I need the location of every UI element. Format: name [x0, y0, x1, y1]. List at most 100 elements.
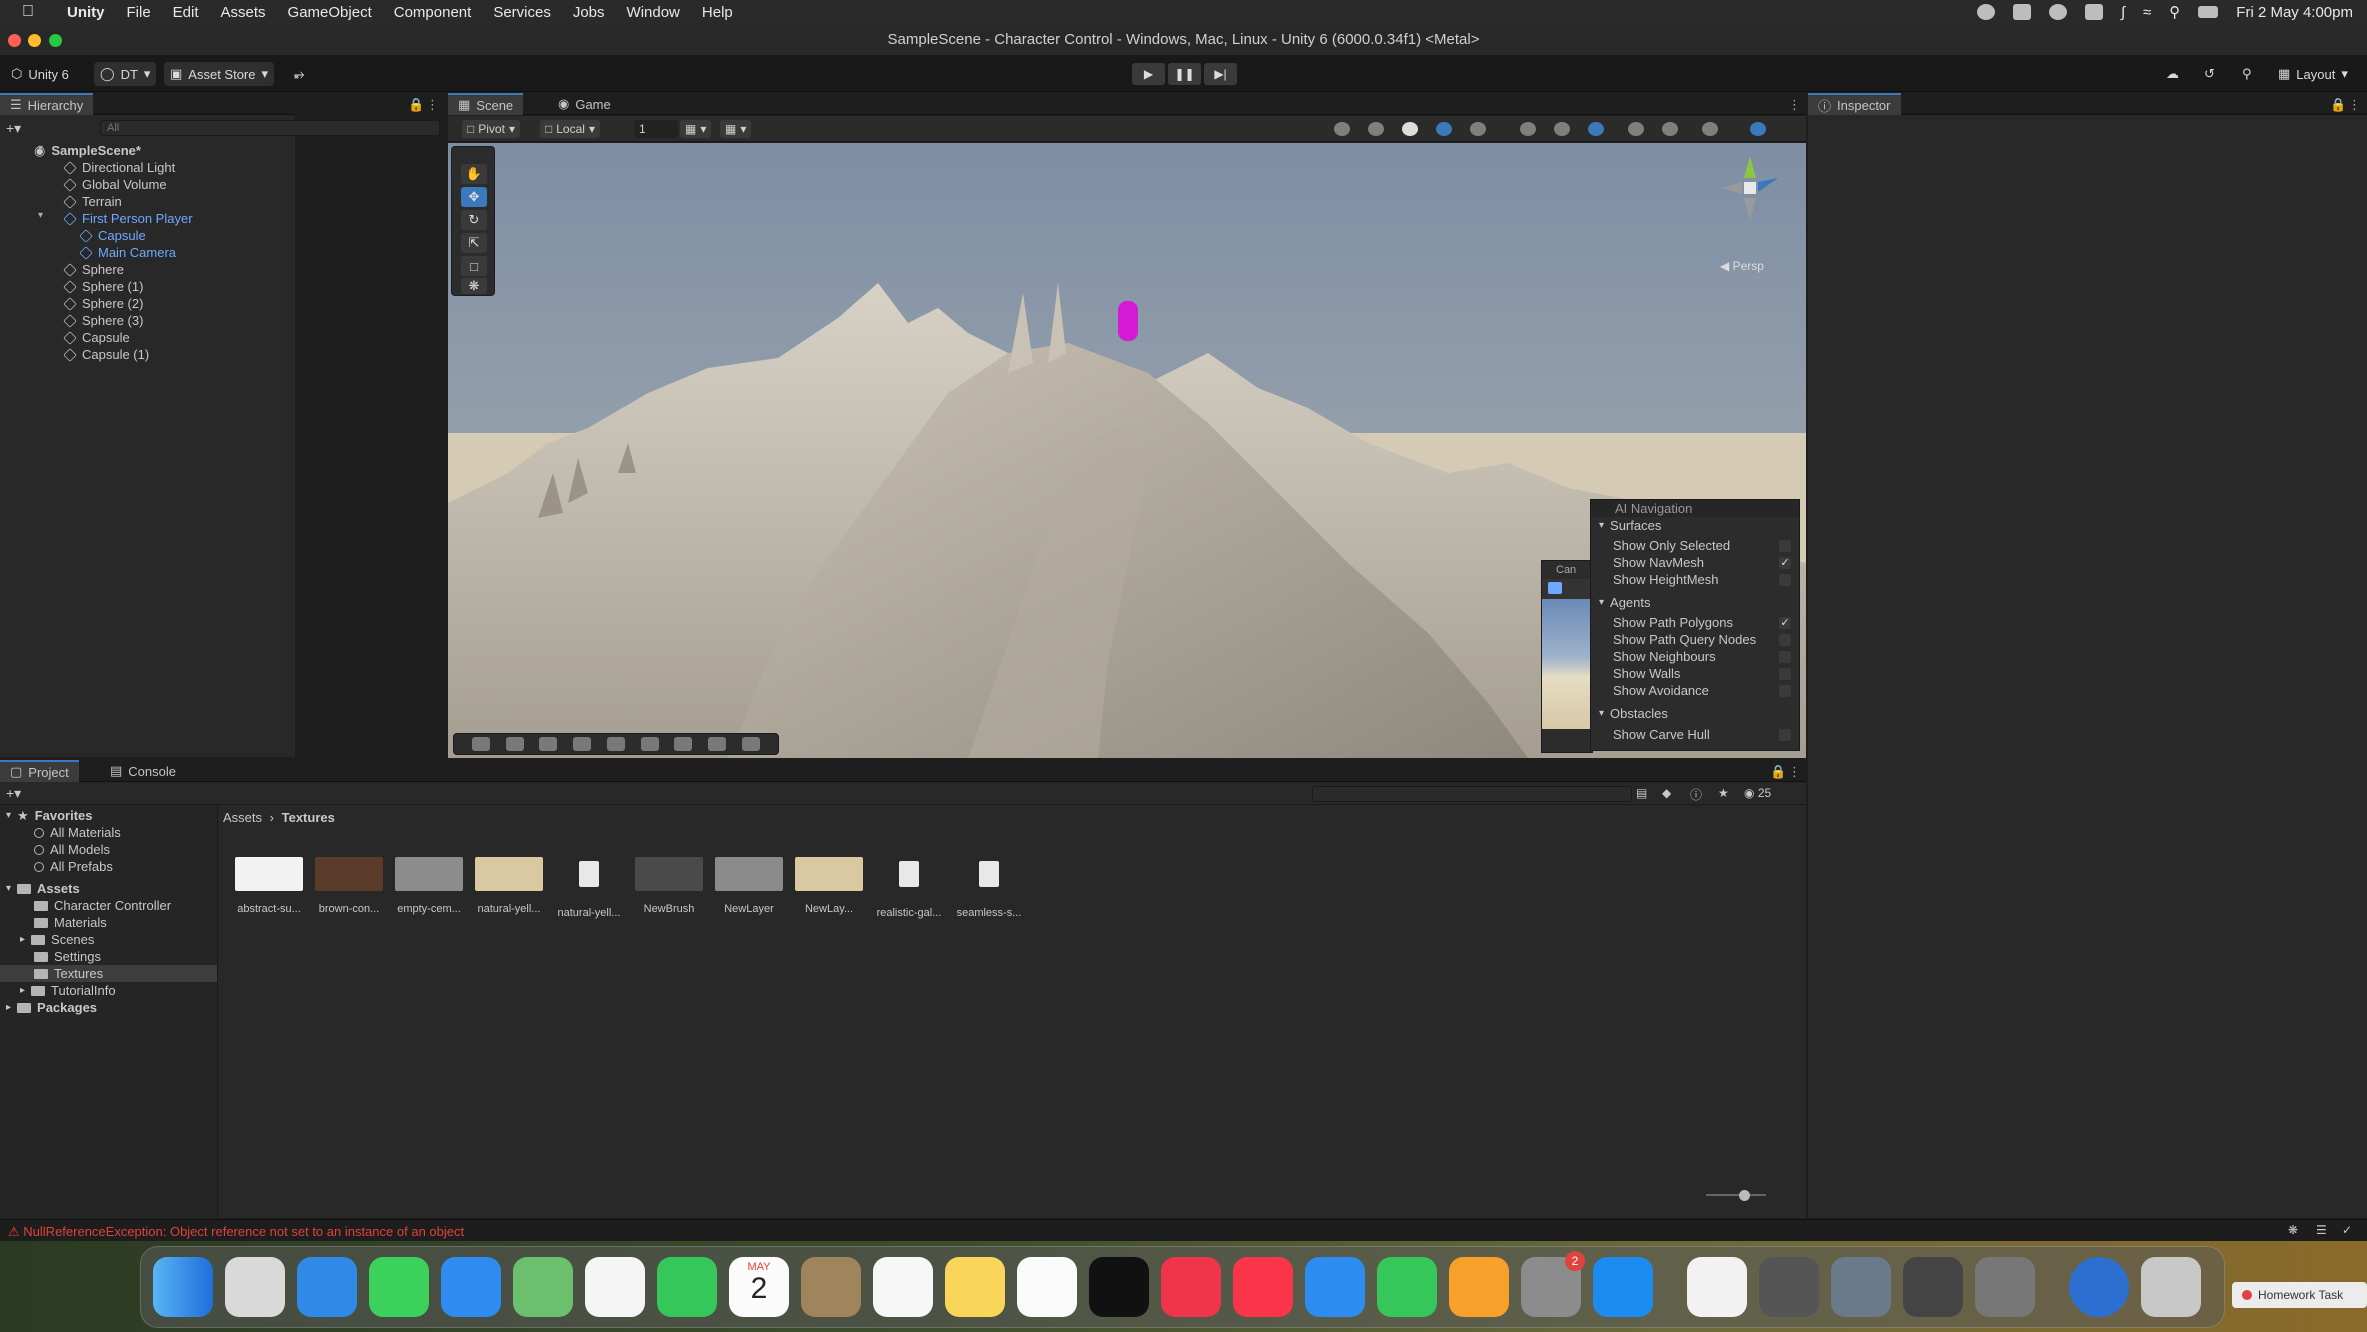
unity-hub-icon[interactable]: [1759, 1257, 1819, 1317]
menu-assets[interactable]: Assets: [210, 4, 277, 21]
facetime-icon[interactable]: [657, 1257, 717, 1317]
launchpad-icon[interactable]: [225, 1257, 285, 1317]
asset-item[interactable]: natural-yell...: [475, 857, 543, 915]
messages-icon[interactable]: [369, 1257, 429, 1317]
expand-arrow-icon[interactable]: ▾: [38, 210, 43, 221]
mail-icon[interactable]: [441, 1257, 501, 1317]
hierarchy-row-prefab[interactable]: Capsule: [0, 227, 295, 244]
slider-handle[interactable]: [1739, 1190, 1750, 1201]
menu-edit[interactable]: Edit: [162, 4, 210, 21]
menu-help[interactable]: Help: [691, 4, 744, 21]
toggle-show-path-query-nodes[interactable]: Show Path Query Nodes: [1591, 631, 1799, 648]
wifi-icon[interactable]: ≈: [2143, 4, 2151, 21]
history-button[interactable]: ↺: [2198, 62, 2221, 86]
tree-folder-selected[interactable]: Textures: [0, 965, 217, 982]
console-error-message[interactable]: ⚠ NullReferenceException: Object referen…: [8, 1224, 464, 1240]
layers-icon[interactable]: [606, 737, 625, 751]
numbers-icon[interactable]: [1377, 1257, 1437, 1317]
log-icon[interactable]: ⓘ: [1690, 786, 1702, 803]
asset-item[interactable]: abstract-su...: [235, 857, 303, 915]
toggle-show-navmesh[interactable]: Show NavMesh ✓: [1591, 554, 1799, 571]
music-icon[interactable]: [1161, 1257, 1221, 1317]
reminders-icon[interactable]: [873, 1257, 933, 1317]
cloud-button[interactable]: ☁: [2160, 62, 2185, 86]
projection-toggle[interactable]: ◀ Persp: [1720, 259, 1764, 273]
hierarchy-row[interactable]: Global Volume: [0, 176, 295, 193]
tree-favorites[interactable]: ▾ ★ Favorites: [0, 807, 217, 824]
menu-services[interactable]: Services: [482, 4, 562, 21]
toggle-show-neighbours[interactable]: Show Neighbours: [1591, 648, 1799, 665]
keynote-icon[interactable]: [1305, 1257, 1365, 1317]
hierarchy-search-input[interactable]: All: [100, 120, 440, 136]
maps-icon[interactable]: [513, 1257, 573, 1317]
grid-tray-icon[interactable]: [2084, 4, 2103, 20]
hierarchy-row[interactable]: Capsule: [0, 329, 295, 346]
tree-folder[interactable]: Character Controller: [0, 897, 217, 914]
menu-file[interactable]: File: [116, 4, 162, 21]
gimp-icon[interactable]: [1975, 1257, 2035, 1317]
audio-icon[interactable]: [1520, 122, 1536, 136]
shaded-icon[interactable]: [1402, 122, 1418, 136]
move-tool-button[interactable]: ✥: [461, 187, 487, 207]
orientation-gizmo[interactable]: [1710, 148, 1790, 228]
unity-menu-button[interactable]: ⬡ Unity 6: [5, 62, 75, 86]
scene-viewport[interactable]: ✋ ✥ ↻ ⇱ □ ❋ ◀ Persp Can AI Navigation ▾ …: [448, 143, 1806, 758]
lock-icon[interactable]: 🔒: [408, 97, 424, 113]
breadcrumb-item[interactable]: Textures: [282, 810, 335, 825]
scale-tool-button[interactable]: ⇱: [461, 233, 487, 253]
tab-inspector[interactable]: ⓘ Inspector: [1808, 93, 1901, 115]
hierarchy-row-prefab[interactable]: First Person Player: [0, 210, 295, 227]
pages-icon[interactable]: [1449, 1257, 1509, 1317]
tab-project[interactable]: ▢ Project: [0, 760, 79, 782]
layers-icon[interactable]: ☰: [2316, 1223, 2327, 1237]
tree-folder[interactable]: Materials: [0, 914, 217, 931]
breadcrumb-item[interactable]: Assets: [223, 810, 262, 825]
menu-component[interactable]: Component: [383, 4, 483, 21]
shaded-wireframe-icon[interactable]: [1436, 122, 1452, 136]
circle-icon[interactable]: [573, 737, 592, 751]
checkbox-checked[interactable]: ✓: [1779, 616, 1791, 629]
system-settings-icon[interactable]: 2: [1521, 1251, 1585, 1317]
menubar-datetime[interactable]: Fri 2 May 4:00pm: [2236, 4, 2353, 21]
camera-preview-overlay[interactable]: Can: [1541, 560, 1593, 753]
snap-increment-dropdown[interactable]: ▦ ▾: [720, 120, 752, 138]
hierarchy-row[interactable]: Capsule (1): [0, 346, 295, 363]
globe-icon[interactable]: [1334, 122, 1350, 136]
checkbox[interactable]: [1779, 728, 1791, 741]
step-button[interactable]: ▶|: [1204, 63, 1237, 85]
bug-icon[interactable]: ❋: [2288, 1223, 2298, 1237]
move-icon[interactable]: [471, 737, 490, 751]
tree-favorite-item[interactable]: All Models: [0, 841, 217, 858]
checkbox[interactable]: [1779, 650, 1791, 663]
local-dropdown[interactable]: □ Local ▾: [540, 120, 600, 138]
hierarchy-row[interactable]: Sphere (3): [0, 312, 295, 329]
hierarchy-row[interactable]: Directional Light: [0, 159, 295, 176]
toggle-show-carve-hull[interactable]: Show Carve Hull: [1591, 726, 1799, 743]
more-options-icon[interactable]: ⋮: [2348, 97, 2361, 113]
transform-tool-button[interactable]: ❋: [461, 278, 487, 294]
visibility-icon[interactable]: [1628, 122, 1644, 136]
tab-game[interactable]: ◉ Game: [548, 93, 621, 115]
account-dropdown[interactable]: ◯ DT ▾: [94, 62, 157, 86]
hierarchy-row[interactable]: Sphere (2): [0, 295, 295, 312]
agents-section-header[interactable]: ▾ Agents: [1591, 594, 1799, 611]
finder-icon[interactable]: [153, 1257, 213, 1317]
checkbox[interactable]: [1779, 573, 1791, 586]
asset-item[interactable]: NewLay...: [795, 857, 863, 915]
tab-scene[interactable]: ▦ Scene: [448, 93, 524, 115]
tree-packages[interactable]: ▸ Packages: [0, 999, 217, 1016]
menu-jobs[interactable]: Jobs: [562, 4, 616, 21]
lighting-icon[interactable]: [1470, 122, 1486, 136]
grid-snap-input[interactable]: 1: [634, 120, 678, 138]
tree-assets[interactable]: ▾ Assets: [0, 880, 217, 897]
checkbox[interactable]: [1779, 539, 1791, 552]
freeform-icon[interactable]: [1017, 1257, 1077, 1317]
news-icon[interactable]: [1233, 1257, 1293, 1317]
hierarchy-row-prefab[interactable]: Main Camera: [0, 244, 295, 261]
trash-icon[interactable]: [2141, 1257, 2201, 1317]
wireframe-shading-icon[interactable]: [1368, 122, 1384, 136]
tree-folder[interactable]: Settings: [0, 948, 217, 965]
toggle-show-only-selected[interactable]: Show Only Selected: [1591, 537, 1799, 554]
contacts-icon[interactable]: [801, 1257, 861, 1317]
search-by-type-icon[interactable]: ▤: [1636, 786, 1647, 800]
